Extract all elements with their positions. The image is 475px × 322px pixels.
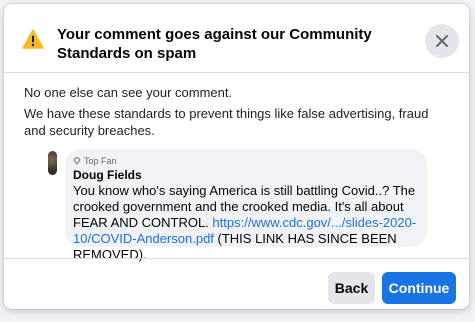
top-fan-badge: Top Fan (73, 155, 417, 167)
privacy-note: No one else can see your comment. (24, 85, 233, 100)
close-icon (436, 35, 448, 47)
comment-author: Doug Fields (73, 168, 142, 182)
dialog-title: Your comment goes against our Community … (57, 26, 372, 62)
standards-explanation: We have these standards to prevent thing… (24, 106, 429, 138)
close-button[interactable] (425, 24, 459, 58)
diamond-icon (73, 157, 81, 165)
warning-triangle-icon (22, 29, 44, 49)
dialog-footer: Back Continue (4, 258, 469, 309)
comment-bubble: Top Fan Doug Fields You know who's sayin… (65, 149, 427, 262)
community-standards-dialog: Your comment goes against our Community … (4, 4, 469, 309)
dialog-header: Your comment goes against our Community … (4, 4, 469, 73)
back-button[interactable]: Back (328, 272, 375, 304)
badge-label: Top Fan (84, 156, 117, 166)
avatar (48, 151, 57, 175)
comment-text: You know who's saying America is still b… (73, 183, 417, 263)
continue-button[interactable]: Continue (382, 272, 456, 304)
